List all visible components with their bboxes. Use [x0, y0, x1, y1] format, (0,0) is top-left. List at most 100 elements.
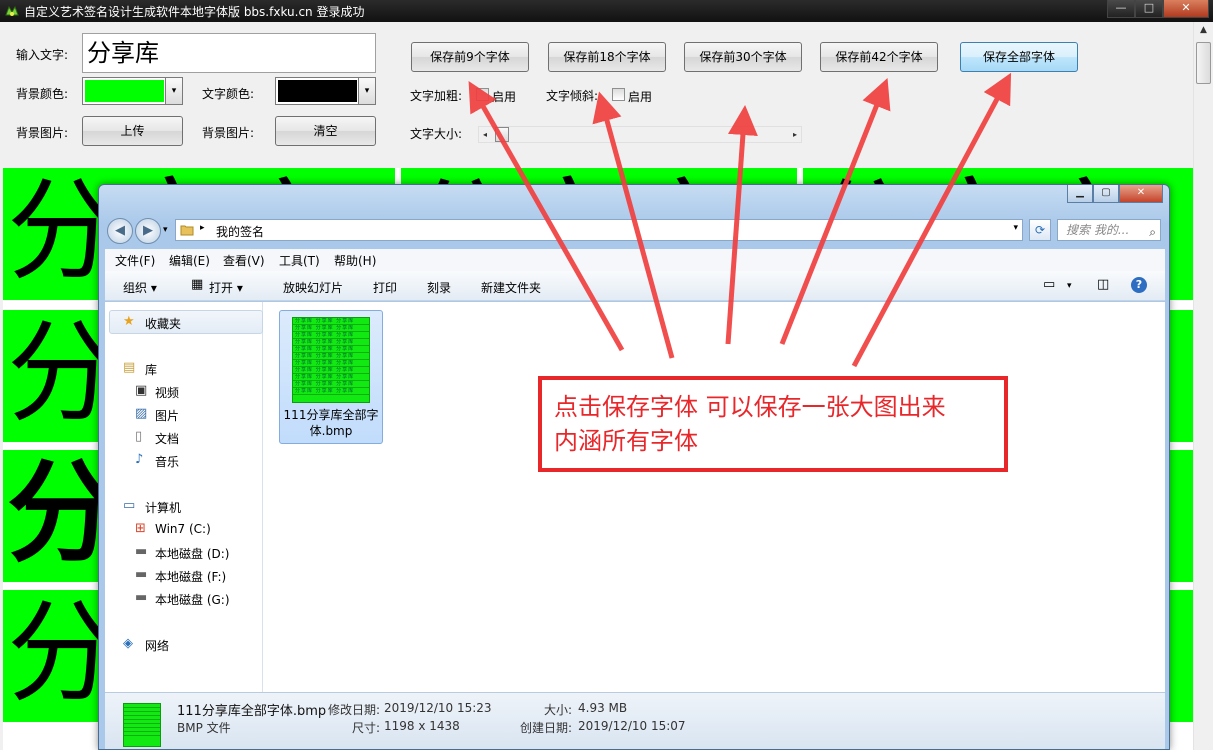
italic-checkbox[interactable] [612, 88, 625, 101]
file-name: 111分享库全部字 体.bmp [283, 408, 379, 438]
app-title: 自定义艺术签名设计生成软件本地字体版 bbs.fxku.cn 登录成功 [24, 5, 365, 19]
bg-color-picker[interactable]: ▾ [82, 77, 183, 105]
chevron-down-icon[interactable]: ▾ [165, 78, 182, 104]
file-thumbnail: 分享库 分享库 分享库 分享库 分享库 分享库 分享库 分享库 分享库 分享库 … [292, 317, 370, 403]
navigation-pane: ★ 收藏夹 ▤ 库 ▣ 视频 ▨ 图片 ▯ 文档 ♪ 音乐 ▭ 计算机 ⊞ Wi… [105, 302, 263, 692]
preview-pane-icon[interactable]: ◫ [1097, 277, 1109, 292]
save-all-fonts-button[interactable]: 保存全部字体 [960, 42, 1078, 72]
slider-thumb[interactable] [495, 127, 509, 142]
annotation-callout: 点击保存字体 可以保存一张大图出来 内涵所有字体 [538, 376, 1008, 472]
organize-button[interactable]: 组织 ▾ [123, 279, 157, 296]
menu-file[interactable]: 文件(F) [115, 252, 155, 269]
folder-icon [180, 225, 194, 236]
computer-icon: ▭ [123, 498, 136, 513]
scroll-up-icon[interactable]: ▲ [1194, 22, 1213, 39]
drive-icon: ▬ [135, 590, 148, 605]
nav-computer[interactable]: 计算机 [145, 499, 181, 516]
nav-documents[interactable]: 文档 [155, 430, 179, 447]
picture-icon: ▨ [135, 406, 148, 421]
menu-tools[interactable]: 工具(T) [279, 252, 320, 269]
nav-videos[interactable]: 视频 [155, 384, 179, 401]
explorer-menubar: 文件(F) 编辑(E) 查看(V) 工具(T) 帮助(H) [105, 249, 1165, 271]
menu-view[interactable]: 查看(V) [223, 252, 265, 269]
upload-button[interactable]: 上传 [82, 116, 183, 146]
details-size-label: 大小: [544, 703, 573, 717]
save-9-fonts-button[interactable]: 保存前9个字体 [411, 42, 529, 72]
minimize-button[interactable]: — [1107, 0, 1135, 18]
details-dims-value: 1198 x 1438 [384, 719, 460, 733]
forward-button[interactable]: ▶ [135, 218, 161, 244]
slideshow-button[interactable]: 放映幻灯片 [283, 279, 343, 296]
menu-edit[interactable]: 编辑(E) [169, 252, 210, 269]
details-created-value: 2019/12/10 15:07 [578, 719, 686, 733]
nav-favorites[interactable]: 收藏夹 [145, 315, 181, 332]
text-input[interactable]: 分享库 [82, 33, 376, 73]
bg-color-swatch [85, 80, 164, 102]
drive-icon: ▬ [135, 567, 148, 582]
details-pane: 111分享库全部字体.bmp 修改日期: 2019/12/10 15:23 大小… [105, 692, 1165, 749]
details-dims-label: 尺寸: [352, 721, 381, 735]
refresh-button[interactable]: ⟳ [1029, 219, 1051, 241]
save-18-fonts-button[interactable]: 保存前18个字体 [548, 42, 666, 72]
nav-pictures[interactable]: 图片 [155, 407, 179, 424]
chevron-down-icon[interactable]: ▾ [358, 78, 375, 104]
print-button[interactable]: 打印 [373, 279, 397, 296]
history-dropdown-icon[interactable]: ▾ [163, 225, 168, 235]
explorer-maximize-button[interactable]: ▢ [1093, 185, 1119, 203]
close-button[interactable]: ✕ [1163, 0, 1209, 18]
view-icon[interactable]: ▭ [1043, 277, 1055, 292]
nav-music[interactable]: 音乐 [155, 453, 179, 470]
app-window-controls: — □ ✕ [1107, 0, 1209, 18]
bold-label: 文字加粗: [410, 89, 463, 103]
preview-scrollbar[interactable]: ▲ [1193, 22, 1213, 750]
bg-color-label: 背景颜色: [16, 87, 69, 101]
open-icon: ▦ [191, 277, 204, 292]
save-42-fonts-button[interactable]: 保存前42个字体 [820, 42, 938, 72]
back-button[interactable]: ◀ [107, 218, 133, 244]
nav-drive-c[interactable]: Win7 (C:) [155, 522, 211, 536]
input-text-label: 输入文字: [16, 48, 69, 62]
scrollbar-thumb[interactable] [1196, 42, 1211, 84]
menu-help[interactable]: 帮助(H) [334, 252, 376, 269]
explorer-content: ★ 收藏夹 ▤ 库 ▣ 视频 ▨ 图片 ▯ 文档 ♪ 音乐 ▭ 计算机 ⊞ Wi… [105, 302, 1165, 692]
details-thumbnail [123, 703, 161, 747]
search-input[interactable]: 搜索 我的... ⌕ [1057, 219, 1161, 241]
help-icon[interactable]: ? [1131, 277, 1147, 293]
nav-network[interactable]: 网络 [145, 637, 169, 654]
bold-enable-label: 启用 [492, 90, 517, 104]
slider-left-icon[interactable]: ◂ [479, 127, 491, 142]
explorer-minimize-button[interactable]: ▁ [1067, 185, 1093, 203]
slider-right-icon[interactable]: ▸ [789, 127, 801, 142]
bg-image-label: 背景图片: [16, 126, 69, 140]
details-modified-value: 2019/12/10 15:23 [384, 701, 492, 715]
network-icon: ◈ [123, 636, 133, 651]
bold-checkbox[interactable] [476, 88, 489, 101]
search-icon[interactable]: ⌕ [1149, 222, 1156, 242]
windows-drive-icon: ⊞ [135, 521, 146, 536]
open-button[interactable]: 打开 ▾ [209, 279, 243, 296]
details-size-value: 4.93 MB [578, 701, 628, 715]
maximize-button[interactable]: □ [1135, 0, 1163, 18]
nav-drive-f[interactable]: 本地磁盘 (F:) [155, 568, 226, 585]
explorer-close-button[interactable]: ✕ [1119, 185, 1163, 203]
nav-drive-g[interactable]: 本地磁盘 (G:) [155, 591, 230, 608]
file-item[interactable]: 分享库 分享库 分享库 分享库 分享库 分享库 分享库 分享库 分享库 分享库 … [279, 310, 383, 444]
burn-button[interactable]: 刻录 [427, 279, 451, 296]
save-30-fonts-button[interactable]: 保存前30个字体 [684, 42, 802, 72]
text-color-picker[interactable]: ▾ [275, 77, 376, 105]
address-bar[interactable]: ▸ 我的签名 ▾ [175, 219, 1023, 241]
search-placeholder: 搜索 我的... [1066, 223, 1130, 237]
nav-libraries[interactable]: 库 [145, 361, 157, 378]
breadcrumb-folder[interactable]: 我的签名 [216, 223, 264, 240]
app-titlebar: 自定义艺术签名设计生成软件本地字体版 bbs.fxku.cn 登录成功 — □ … [0, 0, 1213, 22]
clear-button[interactable]: 清空 [275, 116, 376, 146]
address-dropdown-icon[interactable]: ▾ [1013, 223, 1018, 233]
music-icon: ♪ [135, 452, 144, 467]
view-dropdown-icon[interactable]: ▾ [1067, 281, 1072, 291]
star-icon: ★ [123, 314, 135, 329]
video-icon: ▣ [135, 383, 148, 398]
font-size-slider[interactable]: ◂ ▸ [478, 126, 802, 143]
drive-icon: ▬ [135, 544, 148, 559]
new-folder-button[interactable]: 新建文件夹 [481, 279, 541, 296]
nav-drive-d[interactable]: 本地磁盘 (D:) [155, 545, 229, 562]
